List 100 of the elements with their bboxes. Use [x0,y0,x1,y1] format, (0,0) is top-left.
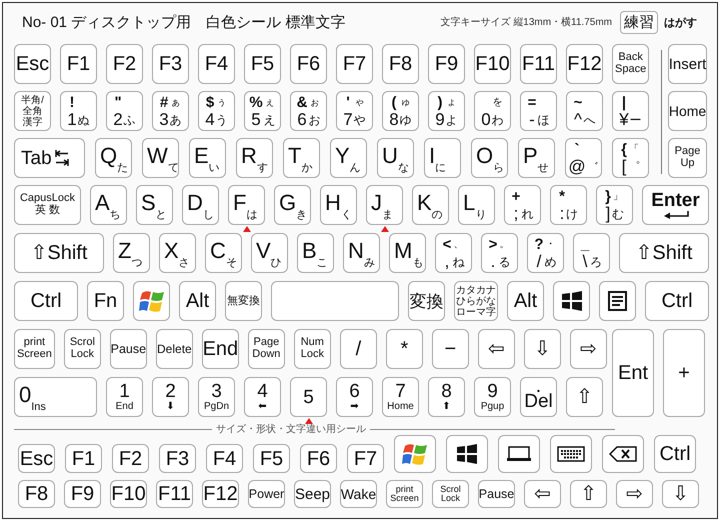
kana-legend: あ [170,114,182,126]
key-legend: ローマ字 [456,306,496,318]
symbol-legend: 9 [435,111,445,128]
symbol-legend: : [560,205,564,222]
key-sticker: Esc [14,44,51,84]
symbol-legend: - [529,111,535,128]
key-sticker: Alt [179,281,216,321]
kana-legend: ょ [446,98,457,108]
kana-legend: は [246,210,258,221]
letter-legend: Z [118,240,132,262]
key-sticker: / [340,329,377,369]
key-sticker: * [386,329,423,369]
key-legend: 8 [441,382,452,401]
kana-legend: た [117,163,128,174]
key-sticker: Scrol Lock [64,329,101,369]
kana-legend: ぇ [264,98,275,108]
symbol-legend: + [512,189,520,204]
symbol-legend: ; [514,205,518,222]
kana-legend: 」 [612,192,623,202]
kana-legend: せ [538,163,549,174]
laptop-icon [506,446,532,462]
letter-legend: E [194,145,209,167]
key-sticker: ⇩ [524,329,561,369]
kana-legend: ゛ [586,160,599,172]
key-legend: 7 [395,382,406,401]
symbol-legend: 3 [159,111,169,128]
menu-icon [608,291,628,311]
key-sticker: CapusLock 英 数 [14,185,81,225]
key-legend: 3 [211,382,222,401]
sub-legend: ⬇ [166,402,175,412]
letter-legend: F [233,192,246,214]
tab-arrows-icon [54,149,69,167]
symbol-legend: & [296,95,308,110]
symbol-legend: _ [580,237,590,252]
symbol-legend: ~ [574,95,582,110]
key-legend: Del [524,392,553,410]
key-legend: 1 [119,382,130,401]
kana-legend: ん [350,163,361,174]
key-sticker: Delete [156,329,193,369]
kana-legend: ぁ [170,98,181,108]
kana-legend: 、 [453,240,464,250]
kana-legend: ま [382,210,393,221]
four-pane-window-icon [457,444,477,464]
letter-legend: 0 [19,384,32,406]
symbol-legend: % [249,95,263,110]
kana-legend: に [435,163,446,174]
key-sticker: F3 [152,44,189,84]
letter-legend: D [187,192,203,214]
letter-legend: I [429,145,436,167]
sheet-title: No- 01 ディスクトップ用 白色シール 標準文字 [22,12,346,32]
keyboard-icon [557,446,585,462]
key-sticker: Seep [294,480,331,508]
kana-legend: そ [226,258,237,269]
symbol-legend: 7 [343,111,353,128]
kana-legend: ろ [590,256,602,268]
kana-legend: ゅ [400,98,411,108]
key-sticker: ⇧Shift [619,233,709,273]
kana-legend: つ [131,258,142,269]
key-sticker: F4 [198,44,235,84]
kana-legend: ・ [546,240,556,250]
symbol-legend: * [559,189,565,204]
key-sticker: − [432,329,469,369]
kana-legend: ち [110,210,121,221]
kana-legend: も [412,258,424,269]
key-sticker: Pause [110,329,147,369]
letter-legend: C [210,240,226,262]
kana-legend: ゃ [354,98,365,108]
symbol-legend: 6 [297,111,307,128]
key-sticker: Wake [340,480,377,508]
key-sticker: Pause [478,480,515,508]
symbol-legend: ! [70,95,74,110]
peel-label: はがす [664,16,697,30]
kana-legend: り [475,210,486,221]
key-legend: 4 [257,382,268,401]
key-legend: 半角/ [21,94,44,106]
letter-legend: J [371,192,382,214]
letter-legend: G [279,192,296,214]
key-sticker: F6 [300,444,337,473]
key-sticker: print Screen [14,329,55,369]
key-sticker: Ctrl [14,281,78,321]
letter-legend: H [325,192,341,214]
key-sticker: F7 [336,44,373,84]
practice-tag: 練習 [620,10,658,34]
key-sticker: F10 [474,44,511,84]
kana-legend: え [264,114,276,126]
symbol-legend: 8 [389,111,399,128]
letter-legend: V [256,240,271,262]
kana-legend: ゆ [400,114,412,126]
four-color-flag-icon [402,442,428,466]
kana-legend: て [168,163,179,174]
size-note: 文字キーサイズ 縦13mm・横11.75mm [440,16,612,29]
kana-legend: す [256,163,268,174]
symbol-legend: $ [206,95,214,110]
sub-legend: Home [387,402,414,412]
symbol-legend: 1 [67,111,77,128]
key-sticker: F8 [18,480,55,508]
sub-legend: ⬆ [442,402,451,412]
symbol-legend: ^ [574,111,582,128]
key-sticker: Alt [507,281,544,321]
kana-legend: き [296,210,308,221]
